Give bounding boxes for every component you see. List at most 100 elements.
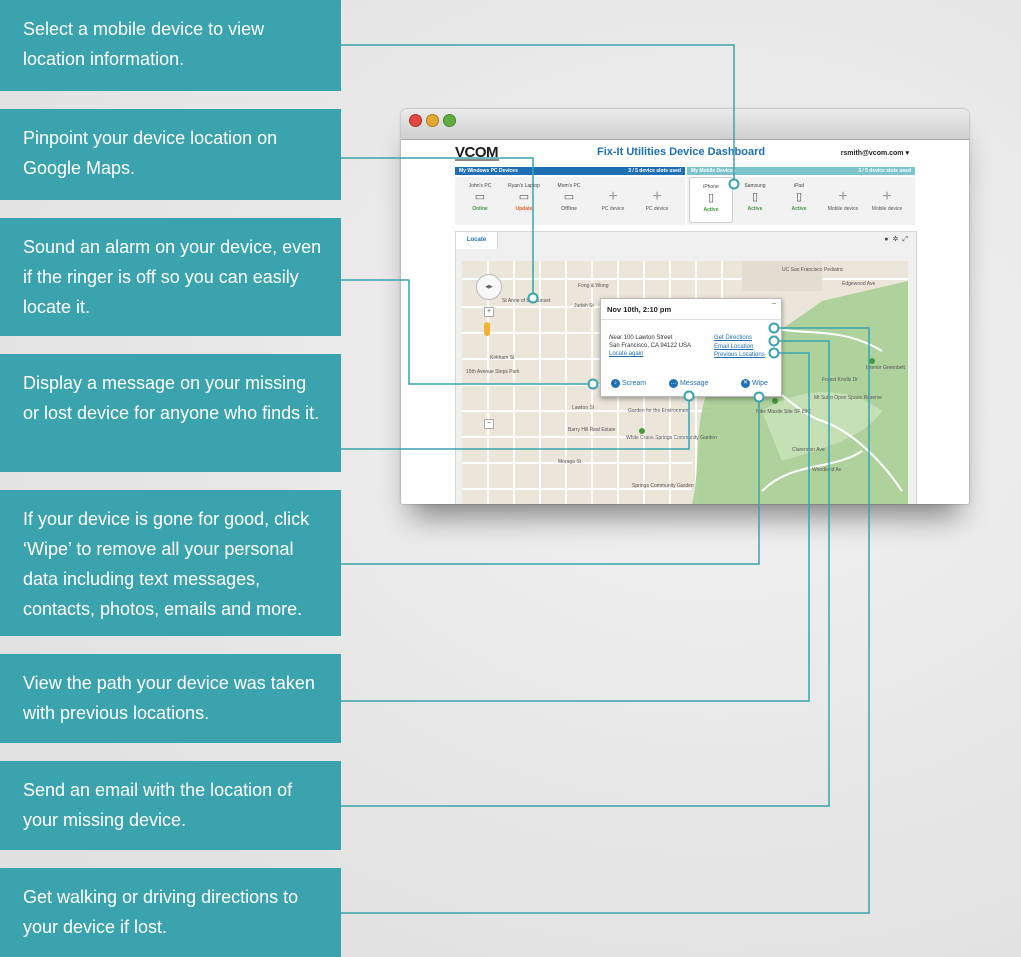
location-popup: Nov 10th, 2:10 pm – Near 100 Lawton Stre… xyxy=(600,298,782,397)
speech-bubble-icon: … xyxy=(669,378,678,388)
wipe-button[interactable]: ✕ Wipe xyxy=(741,378,768,390)
pc-group-label: My Windows PC Devices xyxy=(459,168,518,174)
map-label: Interior Greenbelt xyxy=(866,365,905,371)
close-circle-icon: ✕ xyxy=(741,378,750,388)
device-status: Online xyxy=(472,206,488,212)
add-mobile-device-button[interactable]: + Mobile device xyxy=(866,177,908,221)
minimize-window-button[interactable] xyxy=(426,114,439,127)
map-label: Clarendon Ave xyxy=(792,447,825,453)
pc-group-header: My Windows PC Devices 3 / 5 device slots… xyxy=(455,167,685,175)
map-label: Mt Sutro Open Space Reserve xyxy=(814,395,883,401)
speaker-icon: ♪ xyxy=(611,378,620,388)
pc-device-ryans-laptop[interactable]: Ryan's Laptop ▭ Update xyxy=(503,177,545,221)
pc-device-moms-pc[interactable]: Mom's PC ▭ Offline xyxy=(548,177,590,221)
device-name: Ryan's Laptop xyxy=(508,183,540,189)
popup-links: Get Directions Email Location Previous L… xyxy=(714,334,765,360)
callout-previous-locations: View the path your device was taken with… xyxy=(0,654,341,743)
device-status: Active xyxy=(703,207,719,213)
map-label: Forest Knolls Dr xyxy=(822,377,858,383)
add-pc-device-button[interactable]: + PC device xyxy=(592,177,634,221)
map-label: Garden for the Environment xyxy=(628,408,690,414)
plus-icon: + xyxy=(838,188,848,205)
device-name: iPad xyxy=(793,183,804,189)
callout-wipe: If your device is gone for good, click ‘… xyxy=(0,490,341,636)
window-titlebar xyxy=(401,109,969,140)
map-label: St Anne of the Sunset xyxy=(502,298,551,304)
device-status: Offline xyxy=(561,206,577,212)
map-label: UC San Francisco Pediatric xyxy=(782,267,844,273)
plus-icon: + xyxy=(882,188,892,205)
page-title: Fix-It Utilities Device Dashboard xyxy=(597,146,766,158)
map-label: White Crane Springs Community Garden xyxy=(626,435,717,441)
map-label: Edgewood Ave xyxy=(842,281,876,287)
panel-tools: ●✲⤢ xyxy=(884,235,912,244)
mobile-device-iphone[interactable]: iPhone ▯ Active xyxy=(689,177,733,223)
street-view-pegman-icon[interactable] xyxy=(484,322,490,336)
map-label: Nike Missile Site SF 89C xyxy=(756,409,812,415)
map-label: Kirkham St xyxy=(490,355,515,361)
callout-display-message: Display a message on your missing or los… xyxy=(0,354,341,472)
logo-underline xyxy=(455,159,499,161)
dashboard: VCOM Fix-It Utilities Device Dashboard r… xyxy=(455,141,917,504)
pc-group-slots: 3 / 5 device slots used xyxy=(628,168,681,174)
laptop-icon: ▭ xyxy=(563,191,575,203)
zoom-in-button[interactable]: + xyxy=(484,307,494,317)
plus-icon: + xyxy=(608,188,618,205)
phone-icon: ▯ xyxy=(707,192,715,204)
mobile-group-header: My Mobile Devices 3 / 5 device slots use… xyxy=(687,167,915,175)
popup-divider xyxy=(601,319,781,320)
callout-select-device: Select a mobile device to view location … xyxy=(0,0,341,91)
popup-address: Near 100 Lawton Street San Francisco, CA… xyxy=(609,334,691,358)
email-location-link[interactable]: Email Location xyxy=(714,343,765,352)
close-window-button[interactable] xyxy=(409,114,422,127)
map-label: Moraga St xyxy=(558,459,582,465)
popup-date: Nov 10th, 2:10 pm xyxy=(607,305,672,314)
google-map[interactable]: ◀▶ + − Fong & Wong St Anne of the Sunset… xyxy=(462,261,908,504)
locate-panel: Locate ●✲⤢ ◀▶ + − Fong & Wong St Anne of… xyxy=(455,231,917,504)
wipe-label: Wipe xyxy=(752,380,768,387)
message-button[interactable]: … Message xyxy=(669,378,708,390)
maximize-window-button[interactable] xyxy=(443,114,456,127)
device-name: Samsung xyxy=(744,183,766,189)
mobile-device-samsung[interactable]: Samsung ▯ Active xyxy=(734,177,776,221)
device-status: Mobile device xyxy=(827,206,859,212)
add-mobile-device-button[interactable]: + Mobile device xyxy=(822,177,864,221)
scream-button[interactable]: ♪ Scream xyxy=(611,378,646,390)
previous-locations-link[interactable]: Previous Locations xyxy=(714,351,765,360)
mobile-device-row: iPhone ▯ Active Samsung ▯ Active iPad ▯ … xyxy=(687,177,915,225)
tablet-icon: ▯ xyxy=(795,191,803,203)
pan-control[interactable]: ◀▶ xyxy=(476,274,502,300)
help-icon[interactable]: ● xyxy=(884,236,892,243)
laptop-icon: ▭ xyxy=(518,191,530,203)
map-label: Lawton St xyxy=(572,405,595,411)
pc-device-johns-pc[interactable]: John's PC ▭ Online xyxy=(459,177,501,221)
tab-locate[interactable]: Locate xyxy=(456,232,498,249)
phone-icon: ▯ xyxy=(751,191,759,203)
map-label: Judah St xyxy=(574,303,594,309)
mobile-device-ipad[interactable]: iPad ▯ Active xyxy=(778,177,820,221)
map-label: Woodland Av xyxy=(812,467,842,473)
device-status: PC device xyxy=(601,206,625,212)
device-status: Mobile device xyxy=(871,206,903,212)
message-label: Message xyxy=(680,380,709,387)
locate-again-link[interactable]: Locate again xyxy=(609,351,643,357)
map-label: Fong & Wong xyxy=(578,283,609,289)
popup-close-button[interactable]: – xyxy=(772,300,776,307)
device-name: iPhone xyxy=(703,184,719,190)
address-line1: 100 Lawton Street xyxy=(623,335,673,341)
device-status: Active xyxy=(791,206,807,212)
user-menu[interactable]: rsmith@vcom.com ▾ xyxy=(841,149,909,157)
device-status: Update xyxy=(515,206,533,212)
zoom-out-button[interactable]: − xyxy=(484,419,494,429)
gear-icon[interactable]: ✲ xyxy=(893,236,903,243)
add-pc-device-button[interactable]: + PC device xyxy=(636,177,678,221)
callout-email-location: Send an email with the location of your … xyxy=(0,761,341,850)
callout-pinpoint-location: Pinpoint your device location on Google … xyxy=(0,109,341,200)
callout-directions: Get walking or driving directions to you… xyxy=(0,868,341,957)
popup-actions: ♪ Scream … Message ✕ Wipe xyxy=(601,378,781,392)
get-directions-link[interactable]: Get Directions xyxy=(714,334,765,343)
mobile-group-label: My Mobile Devices xyxy=(691,168,736,174)
device-name: John's PC xyxy=(468,183,492,189)
device-name: Mom's PC xyxy=(557,183,581,189)
expand-icon[interactable]: ⤢ xyxy=(902,236,912,243)
